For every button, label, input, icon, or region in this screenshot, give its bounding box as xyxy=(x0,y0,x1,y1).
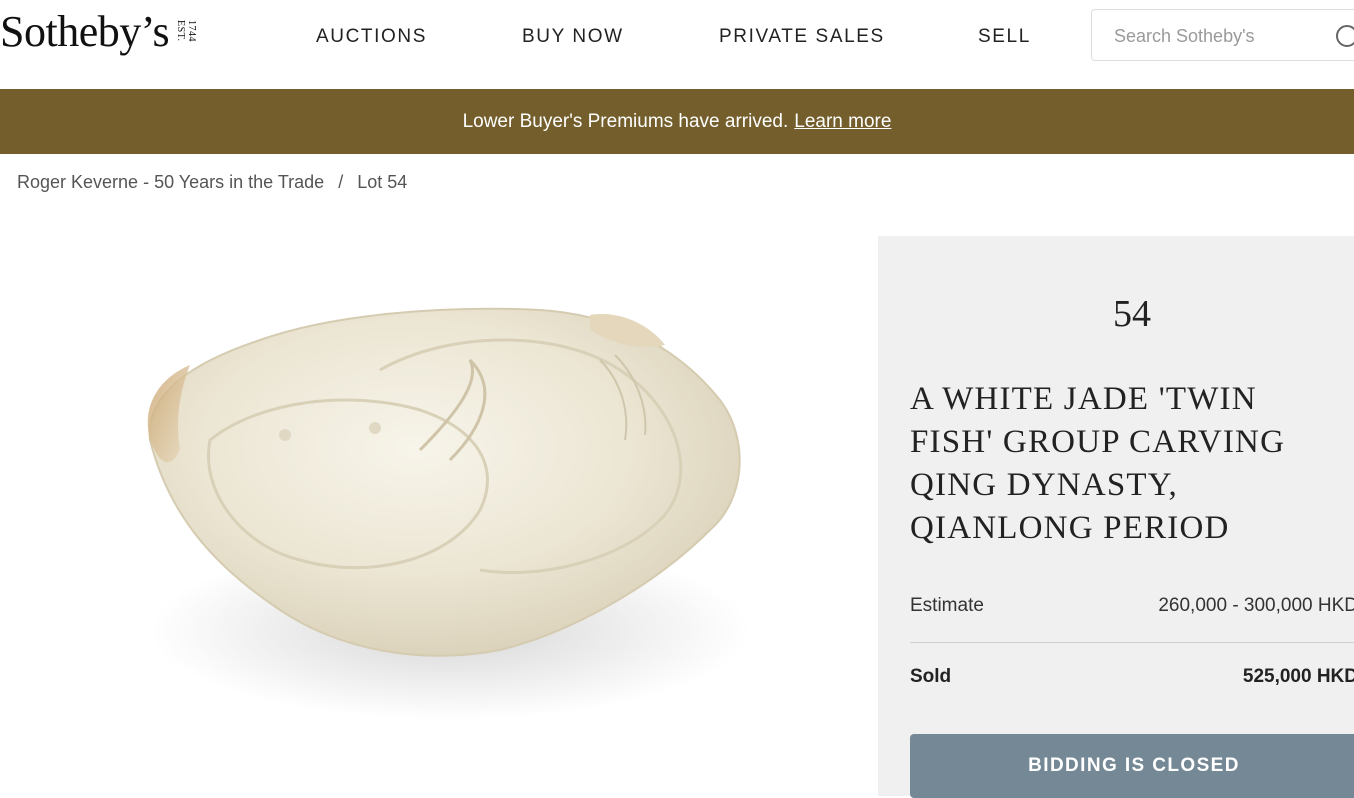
site-header: Sotheby’s EST. 1744 AUCTIONS BUY NOW PRI… xyxy=(0,0,1354,89)
fish-eye-left xyxy=(279,429,291,441)
logo-established: EST. 1744 xyxy=(175,20,197,42)
banner-message: Lower Buyer's Premiums have arrived. xyxy=(462,110,789,132)
lot-number: 54 xyxy=(1113,293,1151,335)
search-box[interactable] xyxy=(1091,9,1354,61)
sold-row: Sold 525,000 HKD xyxy=(910,666,1354,688)
estimate-value: 260,000 - 300,000 HKD xyxy=(1158,595,1354,616)
sold-value: 525,000 HKD xyxy=(1242,666,1354,687)
breadcrumb-auction-link[interactable]: Roger Keverne - 50 Years in the Trade xyxy=(17,172,324,193)
nav-auctions[interactable]: AUCTIONS xyxy=(316,26,427,48)
sothebys-logo[interactable]: Sotheby’s EST. 1744 xyxy=(0,6,197,58)
nav-sell[interactable]: SELL xyxy=(978,26,1031,48)
logo-est-year: 1744 xyxy=(186,20,198,42)
logo-wordmark: Sotheby’s xyxy=(0,7,170,56)
nav-private-sales[interactable]: PRIVATE SALES xyxy=(719,26,885,48)
breadcrumb-current: Lot 54 xyxy=(357,172,408,192)
lot-image-jade-carving[interactable] xyxy=(120,290,760,730)
learn-more-link[interactable]: Learn more xyxy=(794,111,891,133)
estimate-label: Estimate xyxy=(910,595,984,616)
bidding-closed-button[interactable]: BIDDING IS CLOSED xyxy=(910,734,1354,798)
breadcrumb: Roger Keverne - 50 Years in the Trade / … xyxy=(17,172,407,193)
logo-est-label: EST. xyxy=(175,20,187,42)
estimate-row: Estimate 260,000 - 300,000 HKD xyxy=(910,595,1354,617)
search-input[interactable] xyxy=(1114,23,1314,49)
nav-buy-now[interactable]: BUY NOW xyxy=(522,26,624,48)
sold-label: Sold xyxy=(910,666,952,687)
breadcrumb-separator: / xyxy=(338,172,344,192)
lot-details-panel: 54 A WHITE JADE 'TWIN FISH' GROUP CARVIN… xyxy=(878,236,1354,798)
promo-banner: Lower Buyer's Premiums have arrived. Lea… xyxy=(0,89,1354,154)
details-divider xyxy=(910,642,1354,643)
lot-title: A WHITE JADE 'TWIN FISH' GROUP CARVING Q… xyxy=(910,381,1286,546)
search-icon[interactable] xyxy=(1336,25,1354,47)
fish-eye-right xyxy=(369,422,381,434)
